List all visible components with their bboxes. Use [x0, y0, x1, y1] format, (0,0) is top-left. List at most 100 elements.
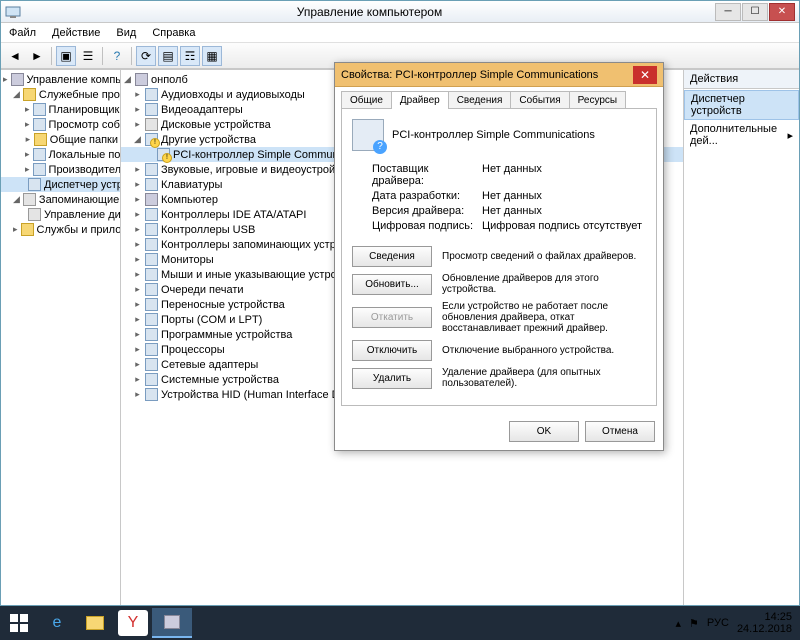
tab-strip: Общие Драйвер Сведения События Ресурсы [335, 87, 663, 109]
system-tray: ▴ ⚑ РУС 14:2524.12.2018 [676, 611, 800, 635]
chevron-right-icon: ▸ [787, 129, 793, 142]
tree-label: Планировщик заданий [49, 104, 121, 116]
forward-button[interactable]: ► [27, 46, 47, 66]
uninstall-driver-button[interactable]: Удалить [352, 368, 432, 389]
actions-context[interactable]: Диспетчер устройств [684, 90, 799, 120]
tree-label: Процессоры [161, 344, 225, 356]
view1-button[interactable]: ☶ [180, 46, 200, 66]
tree-label: Очереди печати [161, 284, 244, 296]
tab-content: PCI-контроллер Simple Communications Пос… [341, 108, 657, 406]
port-icon [145, 313, 158, 326]
storage-icon [23, 193, 36, 206]
taskbar-app-icon[interactable] [152, 608, 192, 638]
tree-item[interactable]: ▸Просмотр событий [1, 117, 120, 132]
tree-item[interactable]: ▸Службы и приложения [1, 222, 120, 237]
tree-item[interactable]: ▸Производительность [1, 162, 120, 177]
cancel-button[interactable]: Отмена [585, 421, 655, 442]
menu-action[interactable]: Действие [48, 25, 104, 41]
tab-general[interactable]: Общие [341, 91, 392, 109]
menu-file[interactable]: Файл [5, 25, 40, 41]
show-hide-button[interactable]: ☰ [78, 46, 98, 66]
tree-label: Локальные пользовате [49, 149, 121, 161]
kv-val: Нет данных [482, 163, 542, 187]
storage-ctrl-icon [145, 238, 158, 251]
view2-button[interactable]: ▦ [202, 46, 222, 66]
properties-dialog: Свойства: PCI-контроллер Simple Communic… [334, 62, 664, 451]
tree-label: Другие устройства [161, 134, 256, 146]
driver-details-button[interactable]: Сведения [352, 246, 432, 267]
tree-label: Диспетчер устройств [44, 179, 121, 191]
menu-view[interactable]: Вид [112, 25, 140, 41]
system-icon [145, 373, 158, 386]
tree-item[interactable]: Управление дисками [1, 207, 120, 222]
ide-icon [145, 208, 158, 221]
tree-label: Переносные устройства [161, 299, 285, 311]
tree-label: Порты (COM и LPT) [161, 314, 262, 326]
tree-label: Производительность [49, 164, 121, 176]
tree-item[interactable]: ▸Локальные пользовате [1, 147, 120, 162]
tree-item[interactable]: ◢Запоминающие устройст [1, 192, 120, 207]
tab-driver[interactable]: Драйвер [391, 91, 449, 109]
network-icon [145, 358, 158, 371]
kv-key: Версия драйвера: [372, 205, 482, 217]
dialog-close-button[interactable]: ✕ [633, 66, 657, 84]
tree-item[interactable]: ◢Служебные программы [1, 87, 120, 102]
tab-details[interactable]: Сведения [448, 91, 512, 109]
action-label: Дополнительные дей... [690, 123, 787, 147]
ok-button[interactable]: OK [509, 421, 579, 442]
back-button[interactable]: ◄ [5, 46, 25, 66]
tree-label: Сетевые адаптеры [161, 359, 258, 371]
button-desc: Если устройство не работает после обновл… [442, 301, 646, 334]
up-button[interactable]: ▣ [56, 46, 76, 66]
tree-item-devmgr[interactable]: Диспетчер устройств [1, 177, 120, 192]
taskbar-explorer-icon[interactable] [76, 606, 114, 640]
tree-label: Контроллеры USB [161, 224, 255, 236]
printer-icon [145, 283, 158, 296]
actions-more[interactable]: Дополнительные дей...▸ [684, 121, 799, 149]
window-title: Управление компьютером [25, 5, 714, 19]
video-icon [145, 103, 158, 116]
prop-button[interactable]: ▤ [158, 46, 178, 66]
button-desc: Просмотр сведений о файлах драйверов. [442, 251, 646, 262]
portable-icon [145, 298, 158, 311]
tree-root[interactable]: ▸Управление компьютером (л [1, 72, 120, 87]
tree-label: Видеоадаптеры [161, 104, 243, 116]
left-pane: ▸Управление компьютером (л ◢Служебные пр… [1, 70, 121, 605]
tree-label: Общие папки [50, 134, 118, 146]
tree-label: Компьютер [161, 194, 218, 206]
dialog-titlebar[interactable]: Свойства: PCI-контроллер Simple Communic… [335, 63, 663, 87]
tray-clock[interactable]: 14:2524.12.2018 [737, 611, 792, 635]
taskbar-ie-icon[interactable]: e [38, 606, 76, 640]
update-driver-button[interactable]: Обновить... [352, 274, 432, 295]
tray-lang[interactable]: РУС [707, 617, 729, 629]
tree-label: Службы и приложения [37, 224, 121, 236]
tree-item[interactable]: ▸Планировщик заданий [1, 102, 120, 117]
tray-date: 24.12.2018 [737, 623, 792, 635]
tab-resources[interactable]: Ресурсы [569, 91, 626, 109]
tree-label: Управление дисками [44, 209, 121, 221]
minimize-button[interactable]: ─ [715, 3, 741, 21]
tree-label: Контроллеры IDE ATA/ATAPI [161, 209, 306, 221]
disk-icon [28, 208, 41, 221]
close-button[interactable]: ✕ [769, 3, 795, 21]
disable-device-button[interactable]: Отключить [352, 340, 432, 361]
windows-logo-icon [10, 614, 28, 632]
usb-icon [145, 223, 158, 236]
taskbar-yandex-icon[interactable]: Y [118, 610, 148, 636]
mouse-icon [145, 268, 158, 281]
scan-button[interactable]: ⟳ [136, 46, 156, 66]
device-name: PCI-контроллер Simple Communications [392, 129, 595, 141]
tray-up-icon[interactable]: ▴ [676, 617, 682, 630]
audio-icon [145, 88, 158, 101]
maximize-button[interactable]: ☐ [742, 3, 768, 21]
tree-item[interactable]: ▸Общие папки [1, 132, 120, 147]
separator [51, 47, 52, 65]
help-button[interactable]: ? [107, 46, 127, 66]
rollback-driver-button: Откатить [352, 307, 432, 328]
start-button[interactable] [0, 606, 38, 640]
menu-help[interactable]: Справка [148, 25, 199, 41]
computer-icon [11, 73, 24, 86]
tab-events[interactable]: События [510, 91, 569, 109]
tray-flag-icon[interactable]: ⚑ [689, 617, 699, 630]
warning-icon [157, 148, 170, 161]
